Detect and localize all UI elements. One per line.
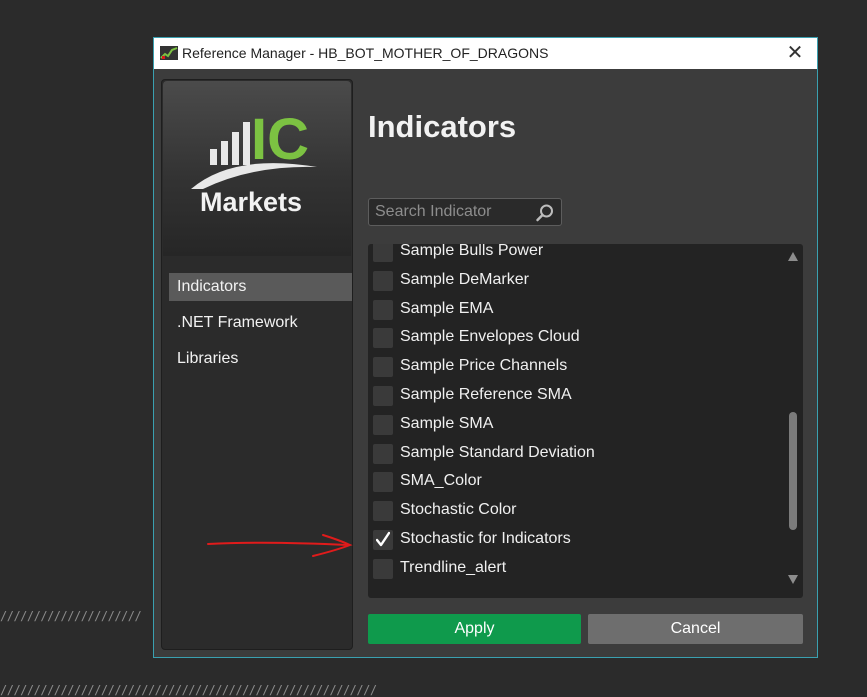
- list-item[interactable]: Trendline_alert: [368, 554, 778, 583]
- ic-markets-logo-graphic: IC Markets: [191, 107, 317, 217]
- list-item-label: Sample Reference SMA: [400, 385, 572, 403]
- list-item[interactable]: Sample EMA: [368, 295, 778, 324]
- sidebar-nav: Indicators .NET Framework Libraries: [169, 273, 352, 381]
- list-item-label: Sample EMA: [400, 299, 494, 317]
- cancel-button[interactable]: Cancel: [588, 614, 803, 644]
- logo-ic-text: IC: [251, 107, 309, 172]
- reference-manager-window: Reference Manager - HB_BOT_MOTHER_OF_DRA…: [153, 37, 818, 658]
- background-hatch-bottom: ////////////////////////////////////////…: [0, 683, 377, 697]
- sidebar-item-indicators[interactable]: Indicators: [169, 273, 352, 301]
- search-icon[interactable]: [535, 203, 555, 223]
- checkbox[interactable]: [373, 357, 393, 378]
- indicator-rows: Sample Bulls Power Sample DeMarker Sample …: [368, 244, 778, 583]
- checkbox[interactable]: [373, 299, 393, 320]
- checkbox[interactable]: [373, 529, 393, 550]
- checkbox[interactable]: [373, 501, 393, 522]
- search-input[interactable]: [375, 201, 525, 223]
- checkbox[interactable]: [373, 443, 393, 464]
- list-item[interactable]: Stochastic Color: [368, 496, 778, 525]
- sidebar-item-net-framework[interactable]: .NET Framework: [169, 309, 352, 337]
- list-item[interactable]: Sample Standard Deviation: [368, 439, 778, 468]
- list-item-label: Sample DeMarker: [400, 270, 529, 288]
- list-item-label: Stochastic Color: [400, 501, 517, 519]
- list-item[interactable]: Sample Price Channels: [368, 352, 778, 381]
- scroll-down-arrow-icon[interactable]: [788, 575, 798, 584]
- list-item[interactable]: SMA_Color: [368, 467, 778, 496]
- checkbox[interactable]: [373, 472, 393, 493]
- search-box: [368, 198, 562, 226]
- list-item-label: Sample Bulls Power: [400, 244, 544, 259]
- list-item-label: Sample Standard Deviation: [400, 443, 595, 461]
- list-item-label: Sample SMA: [400, 414, 494, 432]
- checkmark-icon: [376, 531, 390, 547]
- list-item[interactable]: Sample Reference SMA: [368, 381, 778, 410]
- apply-button[interactable]: Apply: [368, 614, 581, 644]
- page-title: Indicators: [368, 109, 517, 144]
- app-icon: [160, 46, 178, 60]
- checkbox[interactable]: [373, 385, 393, 406]
- logo-markets-text: Markets: [200, 187, 302, 217]
- checkbox[interactable]: [373, 328, 393, 349]
- checkbox[interactable]: [373, 558, 393, 579]
- checkbox[interactable]: [373, 270, 393, 291]
- window-title: Reference Manager - HB_BOT_MOTHER_OF_DRA…: [182, 45, 549, 61]
- ic-markets-logo: IC Markets: [163, 81, 351, 256]
- list-item[interactable]: Sample Bulls Power: [368, 244, 778, 266]
- sidebar: IC Markets Indicators .NET Framework Lib…: [161, 79, 353, 650]
- red-annotation-arrow-icon: [207, 534, 353, 557]
- list-item-label: Stochastic for Indicators: [400, 529, 571, 547]
- checkbox[interactable]: [373, 244, 393, 262]
- indicator-list[interactable]: Sample Bulls Power Sample DeMarker Sample …: [368, 244, 803, 598]
- scrollbar-thumb[interactable]: [789, 412, 797, 530]
- close-button[interactable]: ✕: [783, 42, 807, 64]
- background-hatch-top: /////////////////////: [0, 609, 142, 623]
- checkbox[interactable]: [373, 414, 393, 435]
- list-item[interactable]: Sample SMA: [368, 410, 778, 439]
- title-bar: Reference Manager - HB_BOT_MOTHER_OF_DRA…: [154, 38, 817, 69]
- list-item-label: SMA_Color: [400, 472, 482, 490]
- list-item-label: Trendline_alert: [400, 558, 507, 576]
- list-item[interactable]: Sample Envelopes Cloud: [368, 323, 778, 352]
- list-item-label: Sample Envelopes Cloud: [400, 328, 580, 346]
- sidebar-item-libraries[interactable]: Libraries: [169, 345, 352, 373]
- list-item[interactable]: Sample DeMarker: [368, 266, 778, 295]
- list-item-label: Sample Price Channels: [400, 357, 568, 375]
- scroll-up-arrow-icon[interactable]: [788, 252, 798, 261]
- list-item[interactable]: Stochastic for Indicators: [368, 525, 778, 554]
